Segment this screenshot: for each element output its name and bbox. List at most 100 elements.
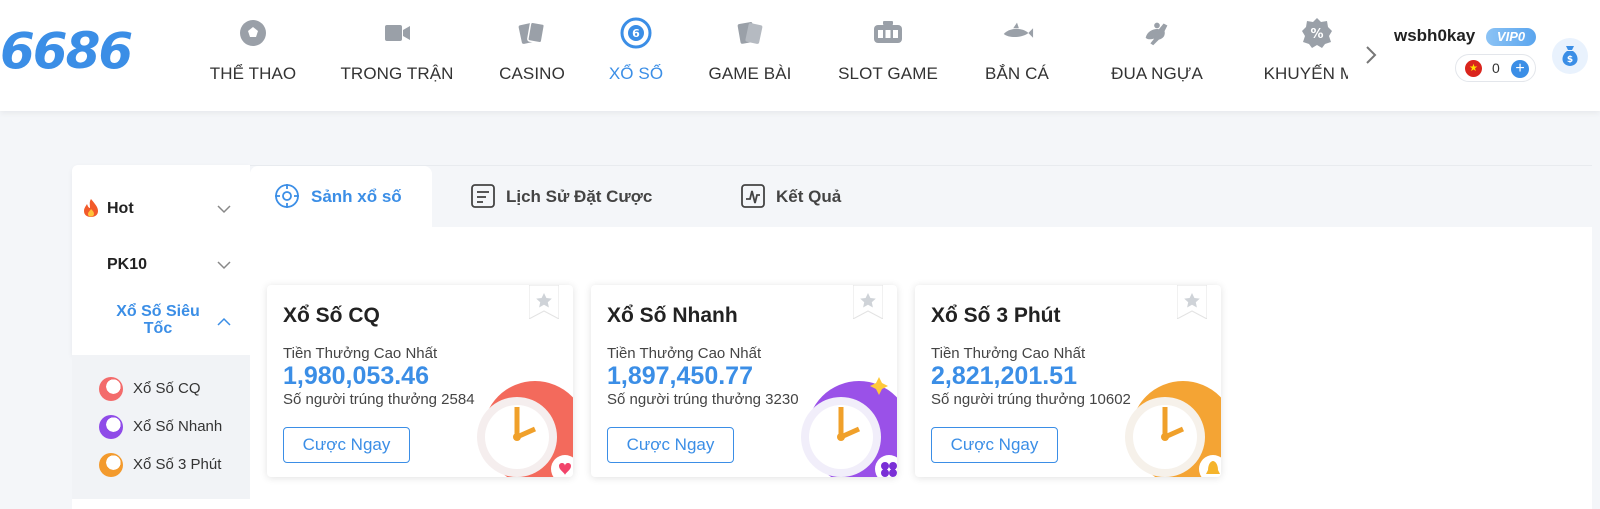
- prize-label: Tiền Thưởng Cao Nhất: [607, 345, 762, 362]
- username[interactable]: wsbh0kay: [1394, 26, 1475, 46]
- balance-value: 0: [1492, 60, 1500, 76]
- chevron-down-icon: [217, 205, 231, 214]
- svg-text:$: $: [1567, 55, 1573, 65]
- deposit-plus-button[interactable]: +: [1511, 60, 1529, 78]
- sidebar-category-label: PK10: [107, 256, 148, 273]
- nav-label: CASINO: [499, 64, 565, 83]
- top-header: 6686 THỂ THAO TRONG TRẬN CASINO 6 XỔ SỐ: [0, 0, 1600, 111]
- favorite-star-icon[interactable]: [1177, 285, 1207, 319]
- tab-lich-su-dat-cuoc[interactable]: Lịch Sử Đặt Cược: [464, 166, 678, 228]
- history-list-icon: [471, 184, 495, 208]
- money-bag-icon: $: [1562, 46, 1578, 66]
- video-camera-icon: [380, 16, 414, 50]
- winners-count: Số người trúng thưởng 3230: [607, 391, 799, 408]
- sidebar-subitem-label: Xổ Số Nhanh: [133, 418, 223, 435]
- nav-label: TRONG TRẬN: [340, 64, 454, 83]
- sidebar-category-xo-so-sieu-toc[interactable]: Xổ Số Siêu Tốc: [72, 297, 250, 347]
- lottery-clock-icon: [99, 453, 123, 477]
- nav-label: GAME BÀI: [708, 64, 792, 83]
- main-nav: THỂ THAO TRONG TRẬN CASINO 6 XỔ SỐ GAME …: [206, 0, 1348, 111]
- lottery-sidebar: Hot PK10 Xổ Số Siêu Tốc Xổ Số CQ Xổ Số N…: [72, 165, 250, 509]
- nav-label: KHUYẾN MÃI: [1263, 64, 1348, 83]
- sidebar-footer: [72, 499, 250, 509]
- sidebar-category-label: Hot: [107, 200, 134, 217]
- site-logo[interactable]: 6686: [0, 22, 133, 80]
- chevron-down-icon: [217, 261, 231, 270]
- playing-cards-icon: [515, 16, 549, 50]
- fish-icon: [1000, 16, 1034, 50]
- nav-item-dua-ngua[interactable]: ĐUA NGỰA: [1056, 0, 1258, 111]
- lottery-clock-icon: [801, 377, 897, 477]
- nav-label: XỔ SỐ: [608, 64, 664, 83]
- card-title: Xổ Số 3 Phút: [931, 304, 1061, 327]
- card-title: Xổ Số Nhanh: [607, 304, 738, 327]
- card-title: Xổ Số CQ: [283, 304, 380, 327]
- vip-badge[interactable]: VIP0: [1486, 28, 1536, 46]
- nav-item-slot-game[interactable]: SLOT GAME: [798, 0, 978, 111]
- sidebar-subitem-xo-so-cq[interactable]: Xổ Số CQ: [72, 372, 250, 406]
- nav-item-khuyen-mai[interactable]: % KHUYẾN MÃI: [1258, 0, 1348, 111]
- nav-label: BẮN CÁ: [985, 64, 1049, 83]
- nav-item-casino[interactable]: CASINO: [494, 0, 570, 111]
- nav-item-xo-so[interactable]: 6 XỔ SỐ: [570, 0, 702, 111]
- lottery-clock-icon: [477, 381, 573, 477]
- target-icon: [275, 184, 299, 208]
- wallet-button[interactable]: $: [1552, 38, 1588, 74]
- bet-now-button[interactable]: Cược Ngay: [607, 427, 734, 463]
- nav-item-game-bai[interactable]: GAME BÀI: [702, 0, 798, 111]
- sidebar-subitem-xo-so-3-phut[interactable]: Xổ Số 3 Phút: [72, 448, 250, 482]
- lottery-clock-icon: [99, 415, 123, 439]
- lottery-clock-icon: [99, 377, 123, 401]
- tab-label: Kết Quả: [776, 187, 842, 206]
- lottery-ball-icon: 6: [619, 16, 653, 50]
- lottery-card[interactable]: Xổ Số Nhanh Tiền Thưởng Cao Nhất 1,897,4…: [591, 285, 897, 477]
- horse-racing-icon: [1140, 16, 1174, 50]
- sidebar-subitem-label: Xổ Số CQ: [133, 380, 201, 397]
- sidebar-category-hot[interactable]: Hot: [72, 186, 250, 236]
- soccer-ball-icon: [236, 16, 270, 50]
- prize-amount: 2,821,201.51: [931, 362, 1077, 390]
- tab-label: Lịch Sử Đặt Cược: [506, 187, 653, 206]
- result-chart-icon: [741, 184, 765, 208]
- nav-label: SLOT GAME: [838, 64, 938, 83]
- lottery-clock-icon: [1125, 381, 1221, 477]
- nav-next-arrow-icon[interactable]: [1360, 42, 1382, 68]
- bet-now-button[interactable]: Cược Ngay: [283, 427, 410, 463]
- nav-label: THỂ THAO: [209, 64, 297, 83]
- favorite-star-icon[interactable]: [853, 285, 883, 319]
- winners-count: Số người trúng thưởng 2584: [283, 391, 475, 408]
- balance-box: ★ 0 +: [1455, 54, 1536, 82]
- nav-label: ĐUA NGỰA: [1111, 64, 1203, 83]
- prize-amount: 1,980,053.46: [283, 362, 429, 390]
- sidebar-subitem-xo-so-nhanh[interactable]: Xổ Số Nhanh: [72, 410, 250, 444]
- fire-icon: [84, 199, 98, 217]
- slot-machine-icon: [871, 16, 905, 50]
- tab-ket-qua[interactable]: Kết Quả: [734, 166, 854, 228]
- tab-sanh-xo-so[interactable]: Sảnh xổ số: [250, 166, 432, 228]
- nav-item-the-thao[interactable]: THỂ THAO: [206, 0, 300, 111]
- vietnam-flag-icon: ★: [1465, 60, 1482, 77]
- prize-amount: 1,897,450.77: [607, 362, 753, 390]
- bet-now-button[interactable]: Cược Ngay: [931, 427, 1058, 463]
- sidebar-subitems: Xổ Số CQ Xổ Số Nhanh Xổ Số 3 Phút: [72, 355, 250, 509]
- nav-item-trong-tran[interactable]: TRONG TRẬN: [300, 0, 494, 111]
- tab-label: Sảnh xổ số: [311, 187, 402, 206]
- tab-bar: Sảnh xổ số Lịch Sử Đặt Cược Kết Quả: [250, 165, 1592, 228]
- chevron-up-icon: [217, 317, 231, 326]
- lottery-card[interactable]: Xổ Số 3 Phút Tiền Thưởng Cao Nhất 2,821,…: [915, 285, 1221, 477]
- svg-text:%: %: [1310, 27, 1323, 42]
- lottery-main: Sảnh xổ số Lịch Sử Đặt Cược Kết Quả Xổ S…: [250, 165, 1592, 509]
- prize-label: Tiền Thưởng Cao Nhất: [931, 345, 1086, 362]
- card-game-icon: [733, 16, 767, 50]
- sidebar-category-label: Xổ Số Siêu Tốc: [116, 303, 200, 337]
- nav-item-ban-ca[interactable]: BẮN CÁ: [978, 0, 1056, 111]
- prize-label: Tiền Thưởng Cao Nhất: [283, 345, 438, 362]
- winners-count: Số người trúng thưởng 10602: [931, 391, 1131, 408]
- sidebar-categories: Hot PK10 Xổ Số Siêu Tốc: [72, 165, 250, 355]
- lottery-card[interactable]: Xổ Số CQ Tiền Thưởng Cao Nhất 1,980,053.…: [267, 285, 573, 477]
- discount-icon: %: [1300, 16, 1334, 50]
- svg-text:6: 6: [632, 27, 640, 40]
- favorite-star-icon[interactable]: [529, 285, 559, 319]
- sidebar-category-pk10[interactable]: PK10: [72, 242, 250, 292]
- sidebar-subitem-label: Xổ Số 3 Phút: [133, 456, 222, 473]
